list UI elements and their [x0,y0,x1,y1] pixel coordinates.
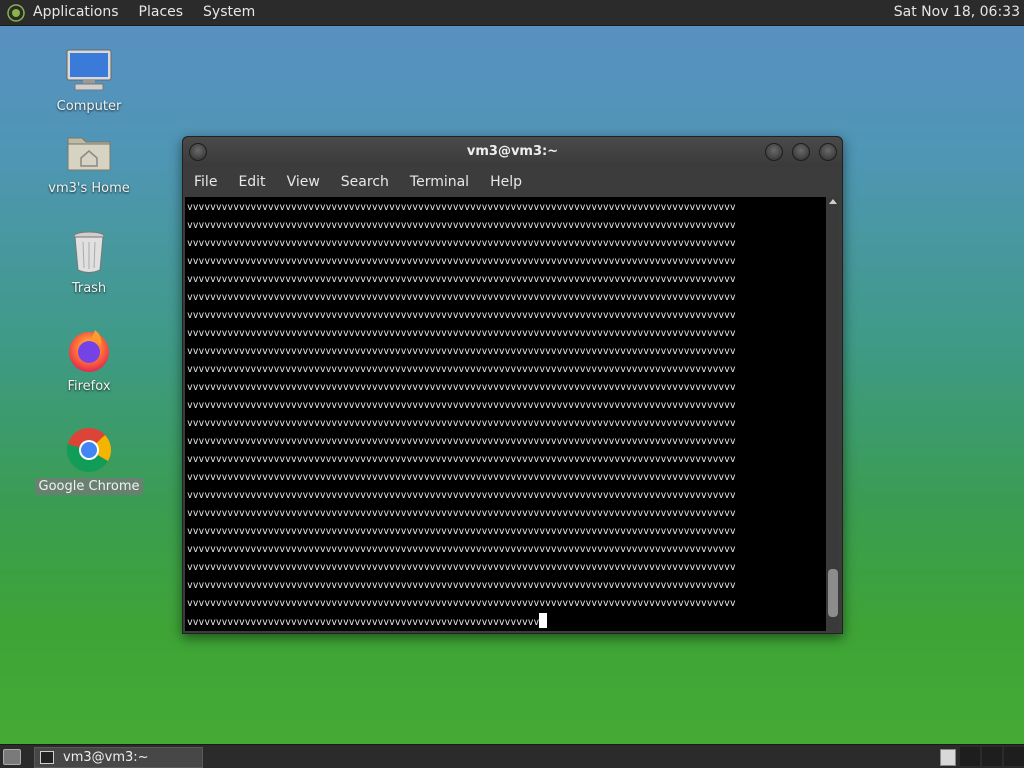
terminal-window[interactable]: vm3@vm3:~ File Edit View Search Terminal… [182,136,843,634]
menu-view[interactable]: View [287,167,320,197]
desktop-icon-label: vm3's Home [48,181,130,196]
menu-terminal[interactable]: Terminal [410,167,469,197]
terminal-line: vvvvvvvvvvvvvvvvvvvvvvvvvvvvvvvvvvvvvvvv… [187,256,736,267]
terminal-menubar: File Edit View Search Terminal Help [183,167,842,197]
terminal-text: vvvvvvvvvvvvvvvvvvvvvvvvvvvvvvvvvvvvvvvv… [187,199,736,631]
computer-icon [65,46,113,94]
workspace-2[interactable] [960,747,980,766]
terminal-input-text: vvvvvvvvvvvvvvvvvvvvvvvvvvvvvvvvvvvvvvvv… [187,617,540,628]
home-folder-icon [65,128,113,176]
desktop-icon-label: Firefox [67,379,111,394]
terminal-line: vvvvvvvvvvvvvvvvvvvvvvvvvvvvvvvvvvvvvvvv… [187,382,736,393]
terminal-line: vvvvvvvvvvvvvvvvvvvvvvvvvvvvvvvvvvvvvvvv… [187,526,736,537]
scrollbar-thumb[interactable] [828,569,838,617]
desktop-icon-google-chrome[interactable]: Google Chrome [34,426,144,495]
terminal-line: vvvvvvvvvvvvvvvvvvvvvvvvvvvvvvvvvvvvvvvv… [187,346,736,357]
workspace-3[interactable] [982,747,1002,766]
terminal-cursor [539,613,548,628]
terminal-line: vvvvvvvvvvvvvvvvvvvvvvvvvvvvvvvvvvvvvvvv… [187,328,736,339]
show-desktop-icon[interactable] [3,749,21,765]
terminal-output[interactable]: vvvvvvvvvvvvvvvvvvvvvvvvvvvvvvvvvvvvvvvv… [185,197,826,631]
close-button[interactable] [819,143,837,161]
terminal-line: vvvvvvvvvvvvvvvvvvvvvvvvvvvvvvvvvvvvvvvv… [187,418,736,429]
taskbar-window-label: vm3@vm3:~ [63,750,149,765]
top-panel: Applications Places System Sat Nov 18, 0… [0,0,1024,26]
terminal-line: vvvvvvvvvvvvvvvvvvvvvvvvvvvvvvvvvvvvvvvv… [187,580,736,591]
terminal-line-current: vvvvvvvvvvvvvvvvvvvvvvvvvvvvvvvvvvvvvvvv… [187,613,736,631]
menu-edit[interactable]: Edit [238,167,265,197]
terminal-line: vvvvvvvvvvvvvvvvvvvvvvvvvvvvvvvvvvvvvvvv… [187,274,736,285]
trash-icon [65,228,113,276]
workspace-4[interactable] [1004,747,1024,766]
window-title: vm3@vm3:~ [466,144,559,159]
desktop-icon-trash[interactable]: Trash [34,228,144,297]
desktop-icon-label: Computer [56,99,122,114]
clock[interactable]: Sat Nov 18, 06:33 [894,0,1020,25]
terminal-line: vvvvvvvvvvvvvvvvvvvvvvvvvvvvvvvvvvvvvvvv… [187,220,736,231]
desktop-icon-home[interactable]: vm3's Home [34,128,144,197]
terminal-line: vvvvvvvvvvvvvvvvvvvvvvvvvvvvvvvvvvvvvvvv… [187,490,736,501]
places-menu[interactable]: Places [139,0,184,25]
chrome-icon [65,426,113,474]
terminal-scrollbar[interactable] [827,197,839,631]
workspace-1[interactable] [940,749,956,766]
applications-menu[interactable]: Applications [33,0,119,25]
terminal-line: vvvvvvvvvvvvvvvvvvvvvvvvvvvvvvvvvvvvvvvv… [187,400,736,411]
firefox-icon [65,326,113,374]
desktop-icon-firefox[interactable]: Firefox [34,326,144,395]
terminal-line: vvvvvvvvvvvvvvvvvvvvvvvvvvvvvvvvvvvvvvvv… [187,508,736,519]
minimize-button[interactable] [765,143,783,161]
terminal-line: vvvvvvvvvvvvvvvvvvvvvvvvvvvvvvvvvvvvvvvv… [187,238,736,249]
gnome-foot-logo-icon[interactable] [7,3,25,22]
scroll-up-arrow-icon[interactable] [829,199,837,204]
desktop-icon-computer[interactable]: Computer [34,46,144,115]
terminal-line: vvvvvvvvvvvvvvvvvvvvvvvvvvvvvvvvvvvvvvvv… [187,436,736,447]
terminal-line: vvvvvvvvvvvvvvvvvvvvvvvvvvvvvvvvvvvvvvvv… [187,544,736,555]
maximize-button[interactable] [792,143,810,161]
system-menu[interactable]: System [203,0,255,25]
terminal-line: vvvvvvvvvvvvvvvvvvvvvvvvvvvvvvvvvvvvvvvv… [187,562,736,573]
bottom-panel: vm3@vm3:~ [0,744,1024,768]
terminal-line: vvvvvvvvvvvvvvvvvvvvvvvvvvvvvvvvvvvvvvvv… [187,472,736,483]
window-titlebar[interactable]: vm3@vm3:~ [183,137,842,167]
terminal-line: vvvvvvvvvvvvvvvvvvvvvvvvvvvvvvvvvvvvvvvv… [187,598,736,609]
terminal-line: vvvvvvvvvvvvvvvvvvvvvvvvvvvvvvvvvvvvvvvv… [187,202,736,213]
terminal-line: vvvvvvvvvvvvvvvvvvvvvvvvvvvvvvvvvvvvvvvv… [187,310,736,321]
terminal-line: vvvvvvvvvvvvvvvvvvvvvvvvvvvvvvvvvvvvvvvv… [187,292,736,303]
desktop-icon-label: Google Chrome [34,478,144,495]
menu-file[interactable]: File [194,167,217,197]
menu-search[interactable]: Search [341,167,389,197]
taskbar-window-button[interactable]: vm3@vm3:~ [34,747,203,768]
terminal-icon [40,751,54,764]
terminal-line: vvvvvvvvvvvvvvvvvvvvvvvvvvvvvvvvvvvvvvvv… [187,454,736,465]
terminal-line: vvvvvvvvvvvvvvvvvvvvvvvvvvvvvvvvvvvvvvvv… [187,364,736,375]
menu-help[interactable]: Help [490,167,522,197]
desktop-icon-label: Trash [71,281,107,296]
